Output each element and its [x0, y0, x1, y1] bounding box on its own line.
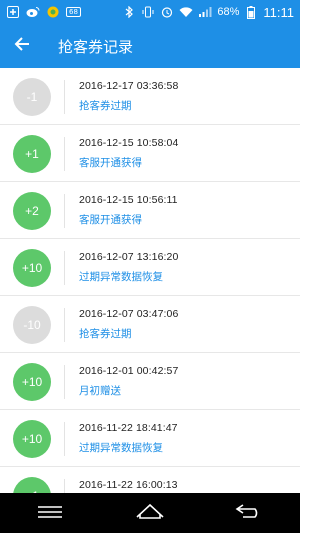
alarm-icon — [160, 6, 174, 18]
record-text: 2016-12-17 03:36:58 抢客券过期 — [65, 80, 178, 113]
record-amount-badge: +10 — [13, 362, 51, 401]
record-timestamp: 2016-12-15 10:56:11 — [79, 194, 178, 206]
record-amount-wrap: +10 — [0, 419, 64, 458]
record-row: +10 2016-12-07 13:16:20 过期异常数据恢复 — [0, 239, 300, 296]
record-row: +1 2016-11-22 16:00:13分享房源获得 — [0, 467, 300, 493]
record-reason: 月初赠送 — [79, 385, 121, 397]
home-icon — [135, 503, 165, 523]
bluetooth-icon — [122, 6, 136, 18]
record-row: +10 2016-12-01 00:42:57 月初赠送 — [0, 353, 300, 410]
record-timestamp: 2016-12-07 03:47:06 — [79, 308, 179, 320]
navigation-bar — [0, 493, 300, 533]
record-reason: 客服开通获得 — [79, 214, 142, 226]
record-timestamp: 2016-11-22 16:00:13 — [79, 479, 178, 491]
battery-icon — [244, 5, 258, 19]
back-button[interactable] — [0, 24, 44, 68]
status-bar-notifications: 68 — [6, 6, 81, 18]
wifi-icon — [179, 6, 193, 18]
record-reason: 抢客券过期 — [79, 328, 132, 340]
record-reason: 客服开通获得 — [79, 157, 142, 169]
record-text: 2016-12-01 00:42:57 月初赠送 — [65, 365, 178, 398]
app-bar: 抢客券记录 — [0, 24, 300, 68]
home-button[interactable] — [120, 493, 180, 533]
record-amount-wrap: +1 — [0, 134, 64, 173]
record-reason: 过期异常数据恢复 — [79, 271, 163, 283]
vibrate-icon — [141, 6, 155, 18]
add-box-icon — [6, 6, 20, 18]
weibo-icon — [26, 6, 40, 18]
menu-button[interactable] — [20, 493, 80, 533]
record-reason: 抢客券过期 — [79, 100, 132, 112]
record-row: +10 2016-11-22 18:41:47 过期异常数据恢复 — [0, 410, 300, 467]
record-timestamp: 2016-12-17 03:36:58 — [79, 80, 179, 92]
record-amount-wrap: +2 — [0, 191, 64, 230]
record-amount-wrap: +10 — [0, 362, 64, 401]
system-back-button[interactable] — [220, 493, 280, 533]
record-row: +1 2016-12-15 10:58:04 客服开通获得 — [0, 125, 300, 182]
record-amount-badge: +10 — [13, 248, 51, 287]
record-timestamp: 2016-12-07 13:16:20 — [79, 251, 179, 263]
game-icon — [46, 6, 60, 18]
record-row: -10 2016-12-07 03:47:06 抢客券过期 — [0, 296, 300, 353]
record-timestamp: 2016-12-01 00:42:57 — [79, 365, 179, 377]
status-bar-system: 68% 11:11 — [122, 5, 294, 20]
record-text: 2016-11-22 18:41:47 过期异常数据恢复 — [65, 422, 178, 455]
status-time: 11:11 — [263, 4, 294, 20]
record-text: 2016-12-07 03:47:06 抢客券过期 — [65, 308, 178, 341]
record-row: -1 2016-12-17 03:36:58 抢客券过期 — [0, 68, 300, 125]
menu-icon — [37, 504, 63, 523]
record-text: 2016-11-22 16:00:13分享房源获得 — [65, 479, 178, 493]
badge-icon: 68 — [66, 7, 81, 17]
record-text: 2016-12-07 13:16:20 过期异常数据恢复 — [65, 251, 178, 284]
signal-icon — [198, 6, 212, 18]
record-amount-badge: +10 — [13, 419, 51, 458]
record-text: 2016-12-15 10:56:11 客服开通获得 — [65, 194, 178, 227]
page-title: 抢客券记录 — [58, 37, 134, 56]
record-amount-wrap: -10 — [0, 305, 64, 344]
record-timestamp: 2016-11-22 18:41:47 — [79, 422, 178, 434]
record-list[interactable]: -1 2016-12-17 03:36:58 抢客券过期 +1 2016-12-15 1… — [0, 68, 300, 493]
record-text: 2016-12-15 10:58:04 客服开通获得 — [65, 137, 178, 170]
record-amount-wrap: +1 — [0, 476, 64, 493]
record-timestamp: 2016-12-15 10:58:04 — [79, 137, 179, 149]
record-amount-badge: +1 — [13, 134, 51, 173]
record-amount-badge: +1 — [13, 476, 51, 493]
status-bar: 68 68% 11:11 — [0, 0, 300, 24]
arrow-left-icon — [14, 36, 30, 56]
record-reason: 过期异常数据恢复 — [79, 442, 163, 454]
record-amount-wrap: -1 — [0, 77, 64, 116]
back-icon — [235, 503, 265, 523]
record-amount-badge: -1 — [13, 77, 51, 116]
battery-percent: 68% — [217, 6, 240, 18]
record-amount-badge: +2 — [13, 191, 51, 230]
record-amount-badge: -10 — [13, 305, 51, 344]
record-row: +2 2016-12-15 10:56:11 客服开通获得 — [0, 182, 300, 239]
record-amount-wrap: +10 — [0, 248, 64, 287]
